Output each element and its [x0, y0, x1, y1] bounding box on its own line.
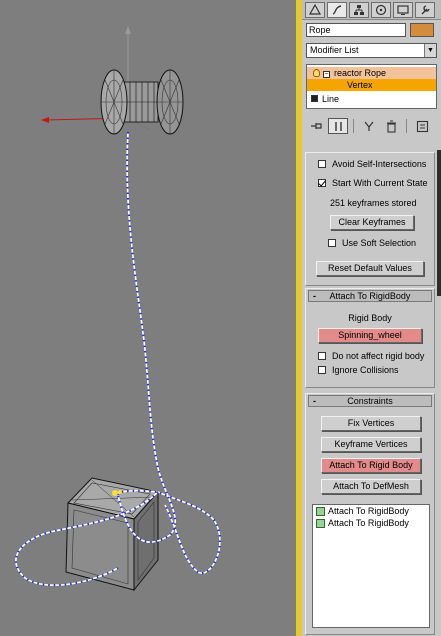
show-end-result-icon[interactable]: [328, 118, 348, 134]
use-soft-selection-checkbox[interactable]: Use Soft Selection: [328, 238, 416, 248]
expand-icon[interactable]: [311, 95, 318, 102]
checkbox-label: Avoid Self-Intersections: [332, 159, 427, 169]
constraint-icon: [316, 506, 325, 516]
list-item-label: Attach To RigidBody: [328, 506, 409, 516]
do-not-affect-rigid-body-checkbox[interactable]: Do not affect rigid body: [318, 351, 424, 361]
motion-tab-icon[interactable]: [371, 2, 391, 18]
command-panel: 火星时代 Rope Modifier List ▼ −reactor Rope …: [302, 0, 441, 636]
rigid-body-label: Rigid Body: [348, 313, 392, 323]
remove-modifier-icon[interactable]: [381, 118, 401, 134]
ignore-collisions-checkbox[interactable]: Ignore Collisions: [318, 365, 399, 375]
clear-keyframes-button[interactable]: Clear Keyframes: [330, 215, 414, 230]
viewport-scene[interactable]: [0, 0, 296, 636]
display-tab-icon[interactable]: [393, 2, 413, 18]
rollout-title: Constraints: [347, 396, 393, 406]
configure-sets-icon[interactable]: [412, 118, 432, 134]
keyframe-vertices-button[interactable]: Keyframe Vertices: [321, 437, 421, 452]
fix-vertices-button[interactable]: Fix Vertices: [321, 416, 421, 431]
collapse-icon[interactable]: −: [323, 71, 330, 78]
modifier-stack[interactable]: − reactor Rope Vertex Line: [306, 64, 437, 109]
pin-stack-icon[interactable]: [306, 118, 326, 134]
collapse-icon[interactable]: -: [313, 291, 316, 301]
spinning-wheel-object[interactable]: [100, 69, 184, 135]
panel-scrollbar[interactable]: [437, 150, 441, 296]
toolbar-divider: [353, 119, 354, 133]
rollout-title: Attach To RigidBody: [329, 291, 411, 301]
checkbox-label: Start With Current State: [332, 178, 428, 188]
stack-item-vertex[interactable]: Vertex: [307, 79, 436, 91]
keyframes-stored-text: 251 keyframes stored: [330, 198, 417, 208]
lightbulb-icon[interactable]: [313, 69, 320, 77]
checkbox-label: Ignore Collisions: [332, 365, 399, 375]
checkbox-box[interactable]: [328, 239, 336, 247]
make-unique-icon[interactable]: [359, 118, 379, 134]
collapse-icon[interactable]: -: [313, 396, 316, 406]
stack-item-label: Line: [322, 94, 340, 104]
hierarchy-tab-icon[interactable]: [349, 2, 369, 18]
start-with-current-state-checkbox[interactable]: Start With Current State: [318, 178, 428, 188]
command-panel-tabs: [302, 0, 441, 20]
create-tab-icon[interactable]: [305, 2, 325, 18]
constraint-icon: [316, 518, 325, 528]
toolbar-divider: [406, 119, 407, 133]
utilities-tab-icon[interactable]: [415, 2, 435, 18]
attach-to-rigid-body-button[interactable]: Attach To Rigid Body: [321, 458, 421, 473]
stack-toolbar: [306, 117, 437, 135]
constraints-list[interactable]: Attach To RigidBody Attach To RigidBody: [312, 504, 430, 628]
checkbox-box[interactable]: [318, 160, 326, 168]
rigid-body-pick-button[interactable]: Spinning_wheel: [318, 328, 422, 343]
list-item-label: Attach To RigidBody: [328, 518, 409, 528]
stack-item-reactor-rope[interactable]: − reactor Rope: [307, 67, 436, 79]
avoid-self-intersections-checkbox[interactable]: Avoid Self-Intersections: [318, 159, 426, 169]
attach-to-rigidbody-rollout: - Attach To RigidBody Rigid Body Spinnin…: [305, 288, 435, 388]
list-item[interactable]: Attach To RigidBody: [313, 517, 429, 529]
list-item[interactable]: Attach To RigidBody: [313, 505, 429, 517]
reset-default-values-button[interactable]: Reset Default Values: [316, 261, 424, 276]
rollout-header[interactable]: - Attach To RigidBody: [308, 290, 432, 302]
checkbox-label: Do not affect rigid body: [332, 351, 425, 361]
modifier-list-dropdown[interactable]: Modifier List ▼: [306, 43, 437, 58]
checkbox-box[interactable]: [318, 366, 326, 374]
box-object[interactable]: [65, 477, 159, 592]
attach-to-defmesh-button[interactable]: Attach To DefMesh: [321, 479, 421, 494]
modifier-list-label: Modifier List: [310, 45, 359, 55]
checkbox-box[interactable]: [318, 179, 326, 187]
rope-properties-rollout: Avoid Self-Intersections Start With Curr…: [305, 152, 435, 286]
constraints-rollout: - Constraints Fix Vertices Keyframe Vert…: [305, 393, 435, 635]
object-name-field[interactable]: Rope: [306, 23, 406, 37]
checkbox-box[interactable]: [318, 352, 326, 360]
stack-item-label: Vertex: [347, 80, 373, 90]
chevron-down-icon[interactable]: ▼: [424, 44, 436, 57]
object-color-swatch[interactable]: [410, 23, 434, 37]
stack-item-line[interactable]: Line: [307, 93, 436, 105]
rollout-area: Avoid Self-Intersections Start With Curr…: [302, 146, 441, 636]
modify-tab-icon[interactable]: [327, 2, 347, 18]
rollout-header[interactable]: - Constraints: [308, 395, 432, 407]
checkbox-label: Use Soft Selection: [342, 238, 417, 248]
perspective-viewport[interactable]: [0, 0, 296, 636]
stack-item-label: reactor Rope: [334, 68, 387, 78]
